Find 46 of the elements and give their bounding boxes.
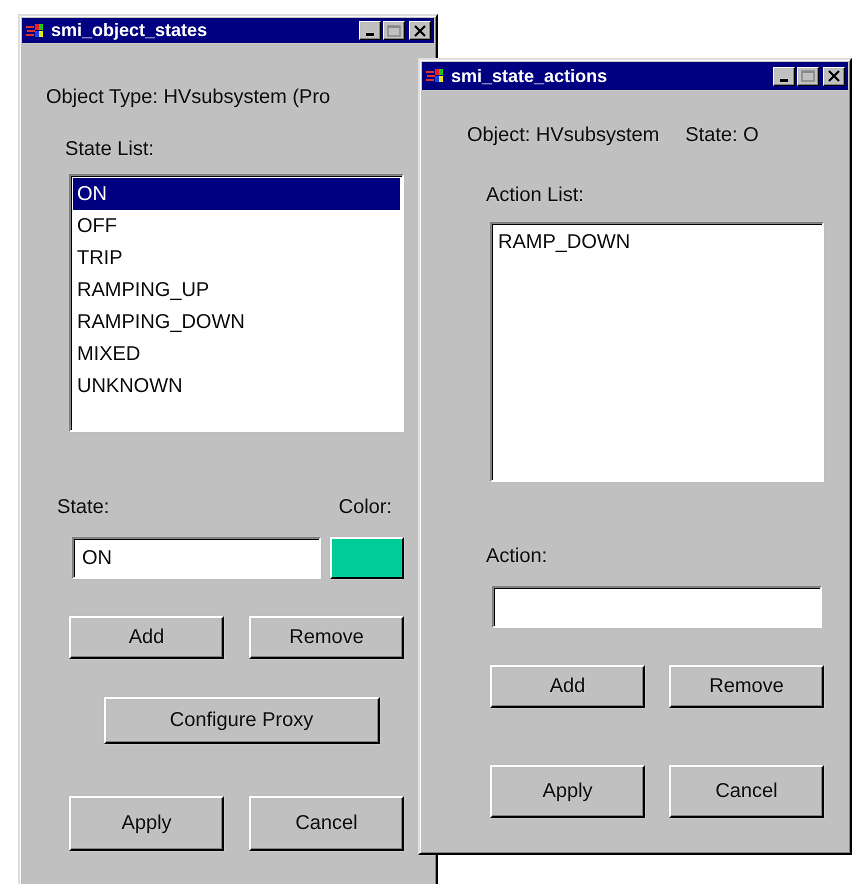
list-item[interactable]: RAMP_DOWN xyxy=(494,226,820,258)
list-box[interactable]: RAMP_DOWN xyxy=(490,222,824,482)
color-swatch[interactable] xyxy=(330,537,404,579)
push-button[interactable]: Add xyxy=(69,616,224,659)
maximize-button[interactable] xyxy=(797,66,819,86)
close-button[interactable] xyxy=(823,66,845,86)
minimize-icon xyxy=(780,78,788,82)
list-item[interactable]: UNKNOWN xyxy=(73,370,400,402)
window-title: smi_state_actions xyxy=(451,66,608,86)
maximize-button[interactable] xyxy=(383,21,405,40)
field-label: State: xyxy=(57,496,110,519)
list-item[interactable]: OFF xyxy=(73,210,400,242)
push-button[interactable]: Remove xyxy=(669,665,824,708)
list-item[interactable]: MIXED xyxy=(73,338,400,370)
maximize-icon xyxy=(387,24,401,36)
list-item[interactable]: RAMPING_DOWN xyxy=(73,306,400,338)
field-label: Action: xyxy=(486,545,548,568)
close-button[interactable] xyxy=(409,21,431,40)
push-button[interactable]: Add xyxy=(490,665,645,708)
minimize-button[interactable] xyxy=(359,21,381,40)
app-icon xyxy=(25,22,45,40)
close-icon xyxy=(414,24,426,36)
field-label: Color: xyxy=(338,496,392,519)
list-label: Action List: xyxy=(486,184,584,207)
minimize-icon xyxy=(366,33,374,36)
state-label: State: O xyxy=(685,124,759,147)
list-label: State List: xyxy=(65,138,154,161)
app-icon xyxy=(425,67,445,85)
state-field[interactable]: ON xyxy=(72,537,321,579)
push-button[interactable]: Apply xyxy=(69,796,224,851)
action-field[interactable] xyxy=(492,586,822,628)
push-button[interactable]: Apply xyxy=(490,765,645,818)
push-button[interactable]: Configure Proxy xyxy=(104,697,380,744)
list-item[interactable]: RAMPING_UP xyxy=(73,274,400,306)
push-button[interactable]: Cancel xyxy=(669,765,824,818)
list-box[interactable]: ON OFF TRIP RAMPING_UP RAMPING_DOWN MIXED UNKNOWN xyxy=(69,174,404,432)
window-title: smi_object_states xyxy=(51,20,208,41)
list-item[interactable]: ON xyxy=(73,178,400,210)
push-button[interactable]: Remove xyxy=(249,616,404,659)
object-label: Object: HVsubsystem xyxy=(467,124,660,147)
object-type-label: Object Type: HVsubsystem (Pro xyxy=(46,86,330,109)
push-button[interactable]: Cancel xyxy=(249,796,404,851)
minimize-button[interactable] xyxy=(773,66,795,86)
maximize-icon xyxy=(801,70,815,82)
close-icon xyxy=(828,70,840,82)
list-item[interactable]: TRIP xyxy=(73,242,400,274)
